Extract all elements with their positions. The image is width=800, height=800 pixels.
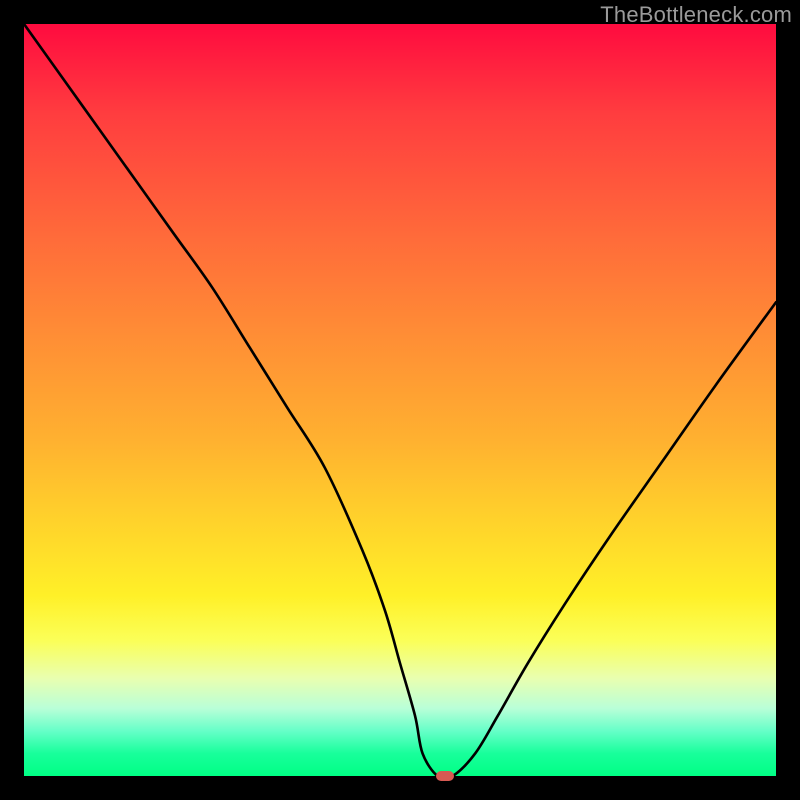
chart-plot-area <box>24 24 776 776</box>
bottleneck-curve <box>24 24 776 776</box>
optimal-point-marker <box>436 771 454 781</box>
curve-svg <box>24 24 776 776</box>
